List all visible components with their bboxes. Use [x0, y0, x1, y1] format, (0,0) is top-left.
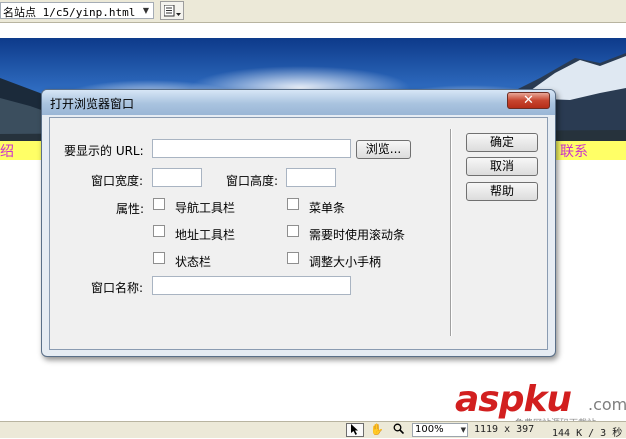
window-height-field[interactable]: [286, 168, 336, 187]
watermark-brand: aspku: [455, 379, 572, 420]
nav-toolbar-label: 导航工具栏: [175, 201, 236, 215]
chevron-down-icon[interactable]: ▼: [461, 424, 466, 436]
window-height-label: 窗口高度:: [226, 174, 279, 188]
zoom-tool-glyph: [393, 423, 404, 435]
pointer-tool-glyph: [351, 424, 358, 435]
dialog-title-bar[interactable]: 打开浏览器窗口 ✕: [42, 90, 555, 115]
menu-bar-label: 菜单条: [309, 201, 346, 215]
window-width-label: 窗口宽度:: [91, 174, 144, 188]
dialog-divider: [450, 129, 452, 336]
address-toolbar-checkbox[interactable]: [153, 225, 165, 237]
help-button[interactable]: 帮助: [466, 182, 538, 201]
scrollbars-label: 需要时使用滚动条: [309, 228, 406, 242]
url-label: 要显示的 URL:: [64, 144, 144, 158]
status-bar-checkbox[interactable]: [153, 252, 165, 264]
scrollbars-checkbox[interactable]: [287, 225, 299, 237]
resize-handles-checkbox[interactable]: [287, 252, 299, 264]
url-field[interactable]: [152, 139, 351, 158]
menu-bar-checkbox[interactable]: [287, 198, 299, 210]
window-width-input[interactable]: [153, 169, 201, 186]
window-dimensions: 1119 x 397: [474, 424, 535, 435]
site-path-combo[interactable]: 名站点 1/c5/yinp.html ▼: [0, 2, 154, 19]
dialog-body: 要显示的 URL: 浏览... 窗口宽度: 窗口高度: 属性: 导航工具栏 菜单…: [49, 117, 548, 350]
window-height-input[interactable]: [287, 169, 335, 186]
file-management-button[interactable]: [160, 1, 184, 20]
document-toolbar: 名站点 1/c5/yinp.html ▼: [0, 0, 626, 23]
chevron-down-icon[interactable]: ▼: [139, 3, 153, 18]
window-width-field[interactable]: [152, 168, 202, 187]
hand-icon[interactable]: ✋: [368, 423, 386, 437]
nav-strip-right-text[interactable]: 联系: [560, 141, 588, 161]
window-name-label: 窗口名称:: [91, 281, 144, 295]
site-path-text: 名站点 1/c5/yinp.html: [3, 6, 136, 19]
attributes-label: 属性:: [116, 202, 145, 216]
aspku-watermark: aspku .com 免费网站源码下载站: [455, 379, 626, 430]
dialog-title: 打开浏览器窗口: [50, 97, 135, 111]
window-name-field[interactable]: [152, 276, 351, 295]
ok-button[interactable]: 确定: [466, 133, 538, 152]
close-icon: ✕: [523, 93, 534, 108]
browse-button[interactable]: 浏览...: [356, 140, 411, 159]
pointer-icon[interactable]: [346, 423, 364, 437]
zoom-icon[interactable]: [389, 423, 407, 437]
nav-toolbar-checkbox[interactable]: [153, 198, 165, 210]
status-bar-label: 状态栏: [175, 255, 212, 269]
list-icon: [164, 5, 181, 17]
cancel-button[interactable]: 取消: [466, 157, 538, 176]
resize-handles-label: 调整大小手柄: [309, 255, 382, 269]
close-button[interactable]: ✕: [507, 92, 550, 109]
status-bar: ✋ 100% ▼ 1119 x 397 144 K / 3 秒: [0, 421, 626, 439]
url-input[interactable]: [153, 140, 350, 157]
watermark-suffix: .com: [588, 395, 626, 414]
window-name-input[interactable]: [153, 277, 350, 294]
nav-strip-left-text[interactable]: 绍: [0, 141, 14, 161]
open-browser-window-dialog: 打开浏览器窗口 ✕ 要显示的 URL: 浏览... 窗口宽度: 窗口高度: 属性…: [41, 89, 556, 357]
zoom-value: 100%: [415, 424, 444, 435]
zoom-select[interactable]: 100% ▼: [412, 423, 468, 437]
address-toolbar-label: 地址工具栏: [175, 228, 236, 242]
